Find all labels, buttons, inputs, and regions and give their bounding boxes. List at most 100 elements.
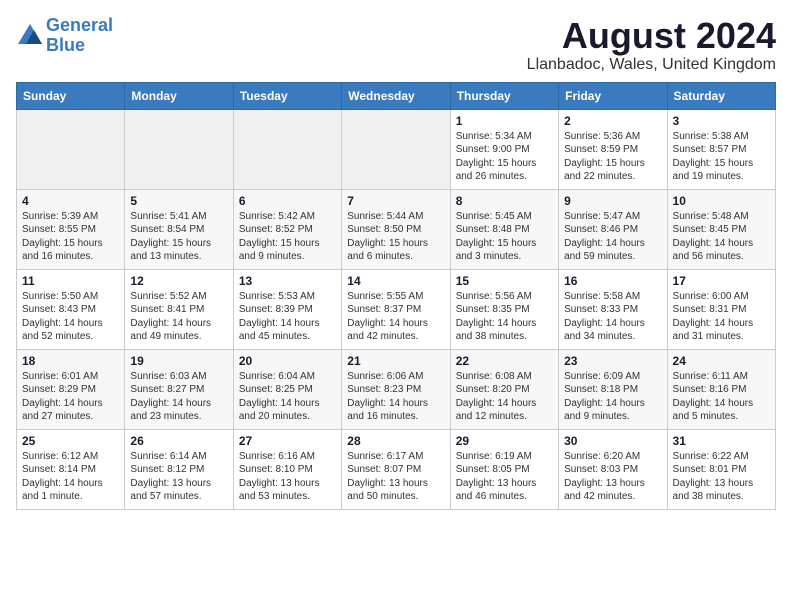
day-number: 25 — [22, 434, 119, 448]
col-header-saturday: Saturday — [667, 82, 775, 109]
day-cell: 19Sunrise: 6:03 AMSunset: 8:27 PMDayligh… — [125, 349, 233, 429]
day-info: Sunrise: 5:56 AMSunset: 8:35 PMDaylight:… — [456, 290, 553, 344]
week-row-3: 11 Sunrise: 5:50 AMSunset: 8:43 PMDayligh… — [17, 269, 776, 349]
day-info: Sunrise: 6:01 AMSunset: 8:29 PMDaylight:… — [22, 370, 119, 424]
day-cell: 11 Sunrise: 5:50 AMSunset: 8:43 PMDayligh… — [17, 269, 125, 349]
column-headers: SundayMondayTuesdayWednesdayThursdayFrid… — [17, 82, 776, 109]
day-number: 30 — [564, 434, 661, 448]
day-info: Sunrise: 6:00 AMSunset: 8:31 PMDaylight:… — [673, 290, 770, 344]
day-info: Sunrise: 6:19 AMSunset: 8:05 PMDaylight:… — [456, 450, 553, 504]
day-info: Sunrise: 5:38 AMSunset: 8:57 PMDaylight:… — [673, 130, 770, 184]
day-number: 7 — [347, 194, 444, 208]
day-number: 10 — [673, 194, 770, 208]
header: General Blue August 2024 Llanbadoc, Wale… — [16, 16, 776, 74]
day-info: Sunrise: 6:20 AMSunset: 8:03 PMDaylight:… — [564, 450, 661, 504]
day-number: 26 — [130, 434, 227, 448]
day-number: 29 — [456, 434, 553, 448]
day-number: 15 — [456, 274, 553, 288]
logo-icon — [16, 22, 44, 50]
col-header-monday: Monday — [125, 82, 233, 109]
day-cell: 9 Sunrise: 5:47 AMSunset: 8:46 PMDaylight… — [559, 189, 667, 269]
day-cell — [233, 109, 341, 189]
day-cell: 5 Sunrise: 5:41 AMSunset: 8:54 PMDaylight… — [125, 189, 233, 269]
day-info: Sunrise: 5:47 AMSunset: 8:46 PMDaylight:… — [564, 210, 661, 264]
day-cell: 10Sunrise: 5:48 AMSunset: 8:45 PMDayligh… — [667, 189, 775, 269]
day-cell: 21 Sunrise: 6:06 AMSunset: 8:23 PMDayligh… — [342, 349, 450, 429]
col-header-wednesday: Wednesday — [342, 82, 450, 109]
day-info: Sunrise: 5:53 AMSunset: 8:39 PMDaylight:… — [239, 290, 336, 344]
week-row-1: 1 Sunrise: 5:34 AMSunset: 9:00 PMDaylight… — [17, 109, 776, 189]
day-info: Sunrise: 6:03 AMSunset: 8:27 PMDaylight:… — [130, 370, 227, 424]
day-cell: 31Sunrise: 6:22 AMSunset: 8:01 PMDayligh… — [667, 429, 775, 509]
day-cell: 3Sunrise: 5:38 AMSunset: 8:57 PMDaylight… — [667, 109, 775, 189]
day-info: Sunrise: 6:12 AMSunset: 8:14 PMDaylight:… — [22, 450, 119, 504]
day-number: 9 — [564, 194, 661, 208]
day-cell: 4Sunrise: 5:39 AMSunset: 8:55 PMDaylight… — [17, 189, 125, 269]
day-number: 24 — [673, 354, 770, 368]
day-cell: 18Sunrise: 6:01 AMSunset: 8:29 PMDayligh… — [17, 349, 125, 429]
day-cell: 20 Sunrise: 6:04 AMSunset: 8:25 PMDayligh… — [233, 349, 341, 429]
day-number: 6 — [239, 194, 336, 208]
week-row-4: 18Sunrise: 6:01 AMSunset: 8:29 PMDayligh… — [17, 349, 776, 429]
day-cell — [17, 109, 125, 189]
day-number: 1 — [456, 114, 553, 128]
day-info: Sunrise: 5:44 AMSunset: 8:50 PMDaylight:… — [347, 210, 444, 264]
logo: General Blue — [16, 16, 113, 56]
day-cell: 25 Sunrise: 6:12 AMSunset: 8:14 PMDayligh… — [17, 429, 125, 509]
day-info: Sunrise: 6:06 AMSunset: 8:23 PMDaylight:… — [347, 370, 444, 424]
day-info: Sunrise: 5:42 AMSunset: 8:52 PMDaylight:… — [239, 210, 336, 264]
day-cell: 13 Sunrise: 5:53 AMSunset: 8:39 PMDayligh… — [233, 269, 341, 349]
day-cell: 17Sunrise: 6:00 AMSunset: 8:31 PMDayligh… — [667, 269, 775, 349]
day-info: Sunrise: 5:41 AMSunset: 8:54 PMDaylight:… — [130, 210, 227, 264]
day-info: Sunrise: 6:22 AMSunset: 8:01 PMDaylight:… — [673, 450, 770, 504]
day-number: 16 — [564, 274, 661, 288]
day-info: Sunrise: 5:58 AMSunset: 8:33 PMDaylight:… — [564, 290, 661, 344]
day-cell — [342, 109, 450, 189]
day-number: 20 — [239, 354, 336, 368]
day-number: 8 — [456, 194, 553, 208]
day-info: Sunrise: 5:52 AMSunset: 8:41 PMDaylight:… — [130, 290, 227, 344]
day-number: 11 — [22, 274, 119, 288]
day-number: 2 — [564, 114, 661, 128]
col-header-tuesday: Tuesday — [233, 82, 341, 109]
day-cell: 28Sunrise: 6:17 AMSunset: 8:07 PMDayligh… — [342, 429, 450, 509]
day-info: Sunrise: 6:04 AMSunset: 8:25 PMDaylight:… — [239, 370, 336, 424]
day-info: Sunrise: 5:50 AMSunset: 8:43 PMDaylight:… — [22, 290, 119, 344]
day-cell: 22 Sunrise: 6:08 AMSunset: 8:20 PMDayligh… — [450, 349, 558, 429]
day-number: 28 — [347, 434, 444, 448]
day-info: Sunrise: 5:36 AMSunset: 8:59 PMDaylight:… — [564, 130, 661, 184]
day-number: 14 — [347, 274, 444, 288]
day-cell: 23Sunrise: 6:09 AMSunset: 8:18 PMDayligh… — [559, 349, 667, 429]
col-header-thursday: Thursday — [450, 82, 558, 109]
day-number: 12 — [130, 274, 227, 288]
calendar-title: August 2024 — [527, 16, 776, 56]
logo-text: General Blue — [46, 16, 113, 56]
day-cell: 26Sunrise: 6:14 AMSunset: 8:12 PMDayligh… — [125, 429, 233, 509]
day-number: 13 — [239, 274, 336, 288]
week-row-5: 25 Sunrise: 6:12 AMSunset: 8:14 PMDayligh… — [17, 429, 776, 509]
day-cell — [125, 109, 233, 189]
day-cell: 16 Sunrise: 5:58 AMSunset: 8:33 PMDayligh… — [559, 269, 667, 349]
day-number: 4 — [22, 194, 119, 208]
day-number: 5 — [130, 194, 227, 208]
calendar-table: SundayMondayTuesdayWednesdayThursdayFrid… — [16, 82, 776, 510]
day-number: 21 — [347, 354, 444, 368]
day-cell: 6 Sunrise: 5:42 AMSunset: 8:52 PMDaylight… — [233, 189, 341, 269]
day-number: 27 — [239, 434, 336, 448]
day-info: Sunrise: 5:34 AMSunset: 9:00 PMDaylight:… — [456, 130, 553, 184]
title-area: August 2024 Llanbadoc, Wales, United Kin… — [527, 16, 776, 74]
day-cell: 27 Sunrise: 6:16 AMSunset: 8:10 PMDayligh… — [233, 429, 341, 509]
day-info: Sunrise: 6:16 AMSunset: 8:10 PMDaylight:… — [239, 450, 336, 504]
day-cell: 24 Sunrise: 6:11 AMSunset: 8:16 PMDayligh… — [667, 349, 775, 429]
logo-line1: General — [46, 15, 113, 35]
day-info: Sunrise: 6:11 AMSunset: 8:16 PMDaylight:… — [673, 370, 770, 424]
logo-line2: Blue — [46, 35, 85, 55]
day-cell: 14 Sunrise: 5:55 AMSunset: 8:37 PMDayligh… — [342, 269, 450, 349]
day-cell: 8Sunrise: 5:45 AMSunset: 8:48 PMDaylight… — [450, 189, 558, 269]
day-info: Sunrise: 6:09 AMSunset: 8:18 PMDaylight:… — [564, 370, 661, 424]
day-cell: 12 Sunrise: 5:52 AMSunset: 8:41 PMDayligh… — [125, 269, 233, 349]
day-number: 22 — [456, 354, 553, 368]
day-info: Sunrise: 5:55 AMSunset: 8:37 PMDaylight:… — [347, 290, 444, 344]
day-cell: 7 Sunrise: 5:44 AMSunset: 8:50 PMDaylight… — [342, 189, 450, 269]
day-info: Sunrise: 6:08 AMSunset: 8:20 PMDaylight:… — [456, 370, 553, 424]
